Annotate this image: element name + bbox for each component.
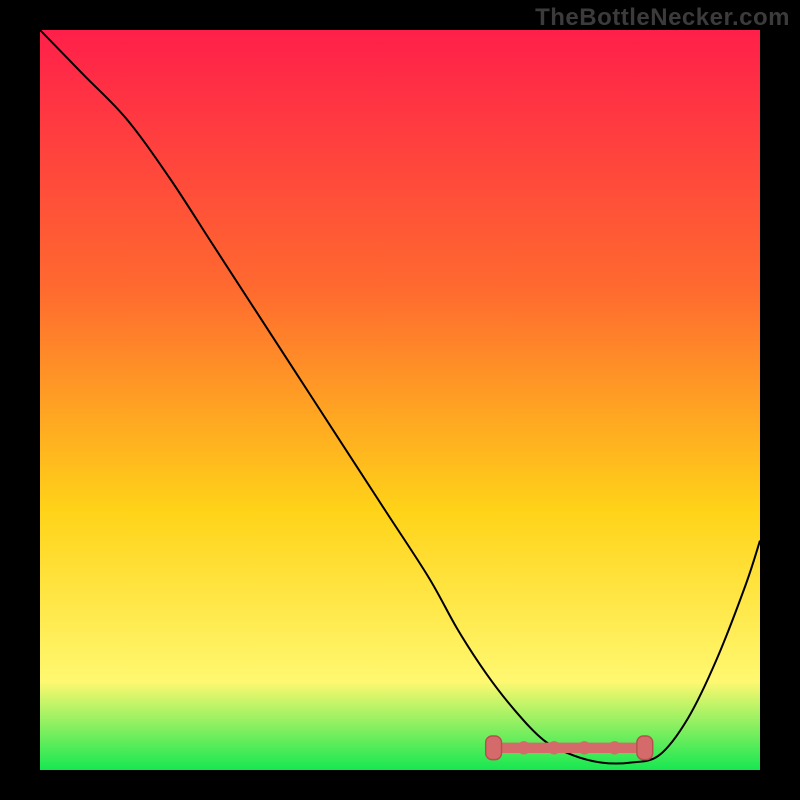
gradient-background xyxy=(40,30,760,770)
bottleneck-chart xyxy=(40,30,760,770)
chart-frame: TheBottleNecker.com xyxy=(0,0,800,800)
watermark-text: TheBottleNecker.com xyxy=(535,4,790,32)
